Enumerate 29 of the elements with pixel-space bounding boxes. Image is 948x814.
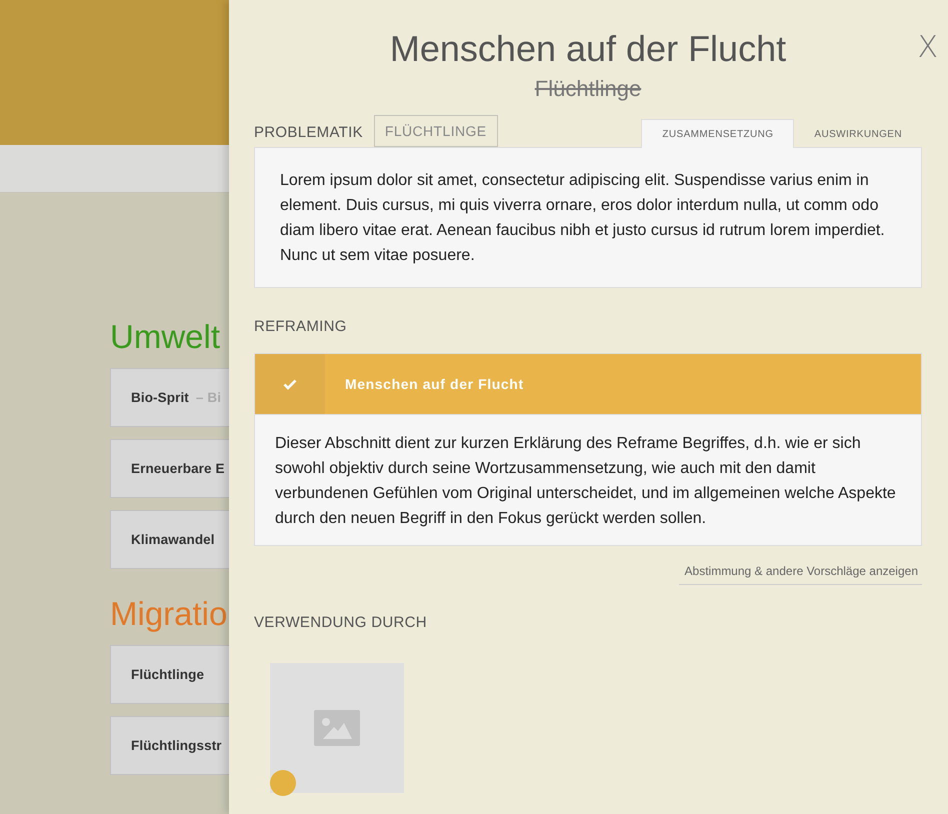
term-tag: FLÜCHTLINGE <box>374 115 498 147</box>
topic-label: Flüchtlingsstr <box>131 738 222 753</box>
section-label: REFRAMING <box>254 318 348 335</box>
category-title: Umwelt <box>110 320 222 353</box>
votes-link[interactable]: Abstimmung & andere Vorschläge anzeigen <box>678 561 922 585</box>
topic-card[interactable]: Flüchtlinge <box>110 645 229 704</box>
user-badge <box>270 770 296 796</box>
checkbox[interactable] <box>255 354 325 414</box>
topic-card[interactable]: Erneuerbare E <box>110 439 229 498</box>
tab[interactable]: ZUSAMMENSETZUNG <box>641 119 794 148</box>
topic-label: Erneuerbare E <box>131 461 225 476</box>
panel-title: Menschen auf der Flucht <box>388 28 788 70</box>
topic-card[interactable]: Flüchtlingsstr <box>110 716 229 775</box>
topic-label: Bio-Sprit <box>131 390 189 405</box>
image-icon <box>314 710 360 746</box>
topic-label: Klimawandel <box>131 532 215 547</box>
category-title: Migratio <box>110 597 228 630</box>
description-text: Lorem ipsum dolor sit amet, consectetur adipiscing elit. Suspendisse varius enim in element. Duis cursus, mi quis viverra ornare, eros dolor interdum nulla, ut comm odo diam libero vitae erat. Aenean faucibus nibh et justo cursus id rutrum lorem imperdiet. Nunc ut sem vitae posuere. <box>280 171 886 266</box>
topic-label: Flüchtlinge <box>131 667 204 682</box>
option-label: Menschen auf der Flucht <box>345 376 524 392</box>
image-placeholder-card[interactable] <box>270 663 404 793</box>
replaced-term: Flüchtlinge <box>534 76 642 102</box>
section-label: VERWENDUNG DURCH <box>254 614 428 631</box>
close-button[interactable]: X <box>917 30 938 65</box>
explanation-text: Dieser Abschnitt dient zur kurzen Erklärung des Reframe Begriffes, d.h. wie er sich sowohl objektiv durch seine Wortzusammensetzung, wie auch mit den damit verbundenen Gefühlen vom Original unterscheidet, und im allgemeinen welche Aspekte durch den neuen Begriff in den Fokus gerückt werden sollen. <box>275 434 897 529</box>
section-label: PROBLEMATIK <box>254 124 363 141</box>
tab[interactable]: AUSWIRKUNGEN <box>794 119 922 148</box>
checkmark-icon <box>283 378 297 390</box>
topic-card[interactable]: Klimawandel <box>110 510 229 569</box>
